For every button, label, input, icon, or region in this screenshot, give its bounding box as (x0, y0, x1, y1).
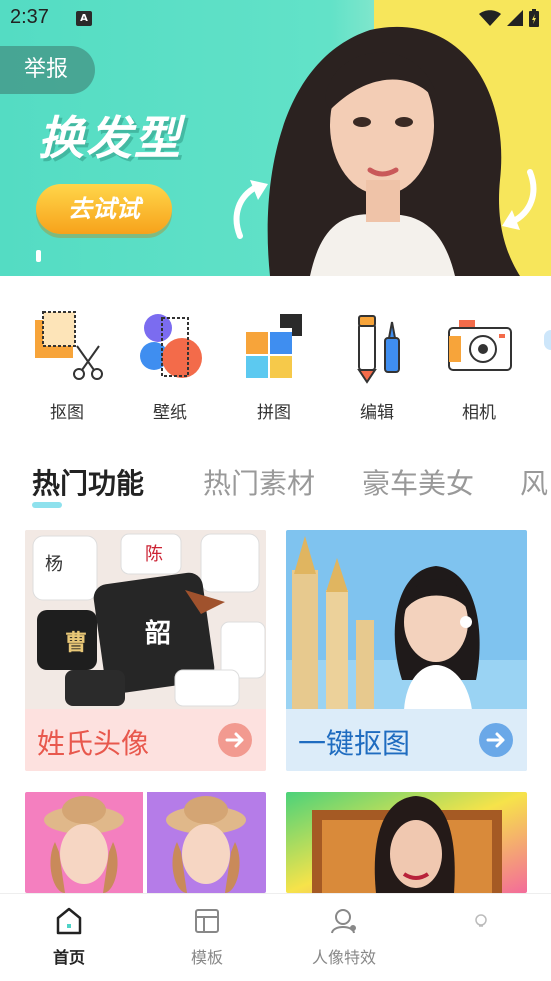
nav-label: 模板 (190, 948, 223, 967)
tool-cutout[interactable]: 抠图 (24, 308, 110, 423)
tab-cars-beauties[interactable]: 豪车美女 (362, 462, 474, 502)
tab-hot-features[interactable]: 热门功能 (32, 462, 144, 502)
banner-page-indicator (36, 250, 41, 262)
status-icons (479, 9, 539, 27)
tab-style[interactable]: 风 (520, 462, 548, 502)
puzzle-icon (236, 308, 312, 384)
nav-label: 首页 (52, 948, 85, 967)
home-icon (54, 906, 84, 936)
swap-arrow-left-icon (233, 180, 268, 239)
status-time: 2:37 (10, 6, 49, 28)
tool-edit[interactable]: 编辑 (334, 308, 420, 423)
tool-label: 编辑 (360, 403, 394, 423)
svg-text:曹: 曹 (65, 630, 87, 656)
tool-puzzle[interactable]: 拼图 (231, 308, 317, 423)
active-tab-underline (32, 502, 62, 508)
try-it-button[interactable]: 去试试 (36, 184, 172, 234)
battery-charging-icon (529, 9, 539, 27)
nav-label: 人像特效 (311, 948, 376, 967)
card-footer: 一键抠图 (286, 709, 527, 771)
surname-avatar-collage: 曹 韶 陈 杨 (25, 530, 266, 710)
tool-label: 抠图 (50, 403, 84, 423)
card-surname-avatar[interactable]: 曹 韶 陈 杨 姓氏头像 (25, 530, 266, 771)
banner-model-photo (267, 26, 520, 276)
arrow-right-icon[interactable] (479, 723, 513, 757)
card-footer: 姓氏头像 (25, 709, 266, 771)
tool-label: 拼图 (257, 403, 291, 423)
svg-text:陈: 陈 (145, 544, 163, 565)
arrow-right-icon[interactable] (218, 723, 252, 757)
swap-arrow-right-icon (502, 169, 537, 230)
more-tools-hint (544, 330, 551, 350)
card-one-click-cutout[interactable]: 一键抠图 (286, 530, 527, 771)
svg-text:韶: 韶 (145, 618, 171, 649)
portrait-effect-icon (329, 906, 359, 936)
tool-label: 壁纸 (153, 403, 187, 423)
wifi-icon (479, 10, 501, 26)
nav-portrait-effects[interactable]: 人像特效 (289, 906, 399, 968)
frame-portrait-thumbnail (286, 792, 527, 893)
tab-hot-materials[interactable]: 热门素材 (203, 462, 315, 502)
signal-icon (507, 10, 523, 26)
hat-portrait-thumbnails (25, 792, 266, 893)
card-hat-portraits[interactable] (25, 792, 266, 893)
bottom-navigation: 首页 模板 人像特效 (0, 893, 551, 981)
cutout-sample-photo (286, 530, 527, 710)
svg-text:杨: 杨 (45, 554, 63, 575)
nav-mine[interactable] (474, 914, 488, 936)
hero-banner[interactable]: 举报 换发型 去试试 (0, 0, 551, 276)
tools-row: 抠图 壁纸 拼图 编辑 相机 (0, 300, 551, 430)
nav-templates[interactable]: 模板 (152, 906, 262, 968)
tool-label: 相机 (462, 403, 496, 423)
template-icon (192, 906, 222, 936)
card-title: 一键抠图 (298, 727, 411, 760)
report-button[interactable]: 举报 (0, 46, 95, 94)
category-tabs: 热门功能 热门素材 豪车美女 风 (0, 462, 551, 512)
camera-icon (441, 308, 517, 384)
nav-home[interactable]: 首页 (14, 906, 124, 968)
wallpaper-icon (132, 308, 208, 384)
edit-icon (339, 308, 415, 384)
tool-wallpaper[interactable]: 壁纸 (127, 308, 213, 423)
lightbulb-icon (475, 914, 487, 927)
card-title: 姓氏头像 (37, 727, 150, 760)
cutout-icon (29, 308, 105, 384)
notification-a-icon: A (76, 11, 92, 26)
status-bar: 2:37 A (0, 0, 551, 36)
tool-camera[interactable]: 相机 (436, 308, 522, 423)
banner-title: 换发型 (38, 111, 182, 165)
card-frame-portrait[interactable] (286, 792, 527, 893)
